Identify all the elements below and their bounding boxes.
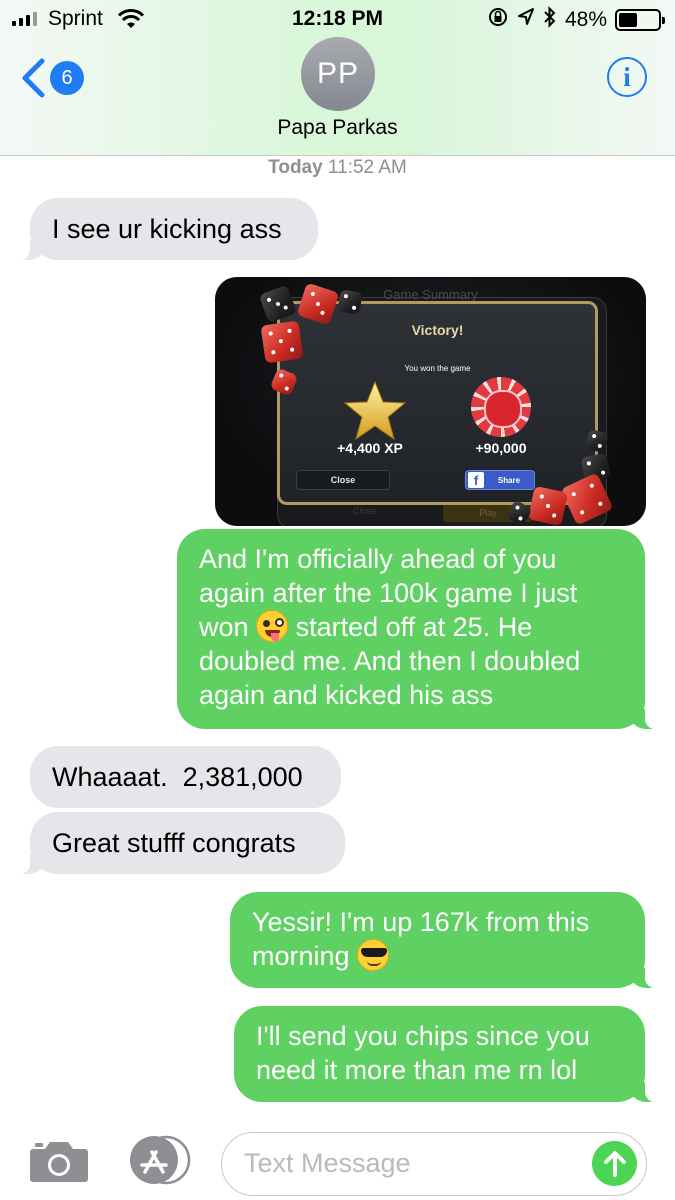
timestamp-day: Today xyxy=(268,157,323,178)
message-timestamp: Today 11:52 AM xyxy=(0,157,675,179)
unread-count-badge: 6 xyxy=(50,61,84,95)
info-icon[interactable]: i xyxy=(607,57,647,97)
close-button: Close xyxy=(296,470,390,490)
send-button[interactable] xyxy=(592,1141,637,1186)
message-text: I'll send you chips since you need it mo… xyxy=(256,1021,590,1085)
message-text: Great stufff congrats xyxy=(52,828,296,858)
victory-panel: Victory! You won the game +4,400 XP +90,… xyxy=(277,301,598,505)
battery-percent: 48% xyxy=(564,8,607,31)
poker-chip-icon xyxy=(471,377,531,437)
incoming-message[interactable]: I see ur kicking ass xyxy=(18,198,318,260)
bluetooth-icon xyxy=(543,6,557,34)
dice-icon xyxy=(260,320,304,364)
share-label: Share xyxy=(497,475,521,485)
incoming-message[interactable]: Whaaaat. 2,381,000 xyxy=(30,746,341,808)
chevron-left-icon xyxy=(22,58,45,98)
timestamp-time: 11:52 AM xyxy=(327,157,407,178)
arrow-up-icon xyxy=(603,1150,626,1177)
message-text-field[interactable] xyxy=(221,1132,647,1196)
message-text: And I'm officially ahead of you again af… xyxy=(199,542,623,712)
status-bar: Sprint 12:18 PM 48% xyxy=(0,0,675,40)
contact-avatar[interactable]: PP xyxy=(301,37,375,111)
message-text: Whaaaat. 2,381,000 xyxy=(52,762,303,792)
battery-icon xyxy=(615,9,665,31)
victory-title: Victory! xyxy=(411,322,464,338)
winking-face-with-tongue-icon xyxy=(256,610,289,642)
outgoing-message[interactable]: I'll send you chips since you need it mo… xyxy=(234,1006,657,1102)
message-text: Yessir! I'm up 167k from this morning xyxy=(252,905,623,973)
chips-reward: +90,000 xyxy=(475,440,527,456)
dice-icon xyxy=(527,485,569,526)
contact-name[interactable]: Papa Parkas xyxy=(0,116,675,140)
message-text: I see ur kicking ass xyxy=(52,214,282,244)
facebook-share-button: f Share xyxy=(465,470,535,490)
dice-icon xyxy=(337,289,363,315)
message-input-bar xyxy=(0,1118,675,1200)
camera-icon[interactable] xyxy=(29,1137,89,1188)
status-right-group: 48% xyxy=(487,6,665,34)
xp-reward: +4,400 XP xyxy=(337,440,403,456)
background-close-label: Close xyxy=(353,506,377,516)
message-input[interactable] xyxy=(244,1133,584,1194)
outgoing-message[interactable]: Yessir! I'm up 167k from this morning xyxy=(230,892,657,988)
game-summary-image[interactable]: Game Summary Close Play Victory! You won… xyxy=(215,277,646,526)
incoming-message[interactable]: Great stufff congrats xyxy=(18,812,345,874)
conversation-header: Sprint 12:18 PM 48% 6 PP Papa Parkas i xyxy=(0,0,675,156)
back-button[interactable]: 6 xyxy=(20,58,84,98)
star-icon xyxy=(343,380,407,441)
rotation-lock-icon xyxy=(487,6,509,34)
location-arrow-icon xyxy=(517,7,535,33)
smiling-face-with-sunglasses-icon xyxy=(357,939,390,971)
outgoing-message[interactable]: And I'm officially ahead of you again af… xyxy=(177,529,657,729)
victory-subtitle: You won the game xyxy=(404,364,471,373)
facebook-icon: f xyxy=(468,472,484,488)
message-text-part: Yessir! I'm up 167k from this morning xyxy=(252,907,590,971)
app-store-icon[interactable] xyxy=(126,1134,192,1191)
